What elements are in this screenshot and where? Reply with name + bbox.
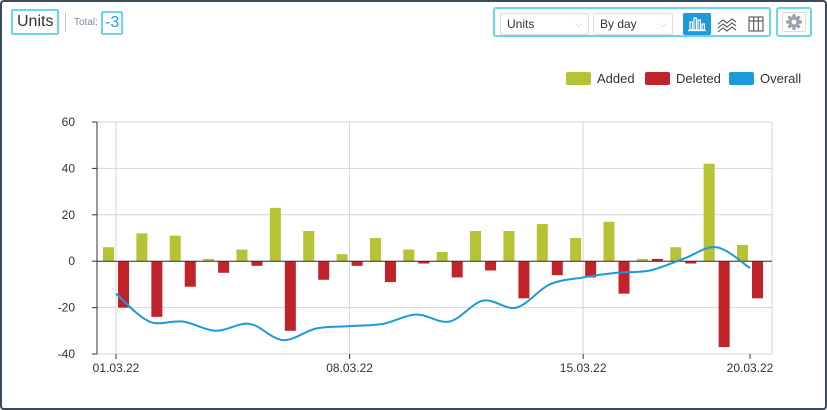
y-tick-label: 20	[62, 208, 76, 222]
units-chart: -40 -20 0 20 40 60 01.03.22 08.03.22 15.03.22 20.…	[58, 115, 774, 375]
bar-deleted[interactable]	[518, 261, 530, 299]
bar-added[interactable]	[403, 249, 415, 262]
bar-deleted[interactable]	[351, 261, 363, 266]
bar-deleted[interactable]	[151, 261, 163, 317]
bar-deleted[interactable]	[485, 261, 497, 271]
bar-deleted[interactable]	[318, 261, 330, 280]
bar-added[interactable]	[570, 238, 582, 262]
bar-added[interactable]	[436, 251, 448, 262]
bar-deleted[interactable]	[451, 261, 463, 278]
bar-added[interactable]	[670, 247, 682, 262]
bar-added[interactable]	[169, 235, 181, 262]
bar-deleted[interactable]	[618, 261, 630, 294]
bar-added[interactable]	[236, 249, 248, 262]
chart-labels: -40 -20 0 20 40 60 01.03.22 08.03.22 15.03.22 20.…	[58, 115, 774, 375]
bar-deleted[interactable]	[218, 261, 230, 273]
y-tick-label: -40	[58, 347, 76, 361]
bar-added[interactable]	[269, 207, 281, 262]
bar-added[interactable]	[336, 254, 348, 262]
bar-deleted[interactable]	[184, 261, 196, 287]
x-tick-label: 20.03.22	[727, 361, 774, 375]
bar-deleted[interactable]	[284, 261, 296, 331]
x-tick-label: 15.03.22	[560, 361, 607, 375]
chart-axes	[92, 121, 772, 359]
bar-added[interactable]	[136, 233, 148, 262]
x-tick-label: 01.03.22	[93, 361, 140, 375]
bar-added[interactable]	[470, 231, 482, 262]
bar-added[interactable]	[103, 247, 114, 262]
bar-added[interactable]	[303, 231, 315, 262]
y-tick-label: -20	[58, 301, 76, 315]
bar-deleted[interactable]	[251, 261, 263, 266]
bar-deleted[interactable]	[384, 261, 396, 283]
bar-added[interactable]	[369, 238, 381, 262]
bar-deleted[interactable]	[718, 261, 730, 348]
bar-deleted[interactable]	[551, 261, 563, 276]
x-tick-label: 08.03.22	[326, 361, 373, 375]
bar-added[interactable]	[536, 224, 548, 262]
bar-added[interactable]	[503, 231, 515, 262]
y-tick-label: 60	[62, 115, 76, 129]
bar-deleted[interactable]	[752, 261, 763, 299]
bar-added[interactable]	[603, 221, 615, 262]
y-tick-label: 0	[68, 254, 75, 268]
y-tick-label: 40	[62, 161, 76, 175]
